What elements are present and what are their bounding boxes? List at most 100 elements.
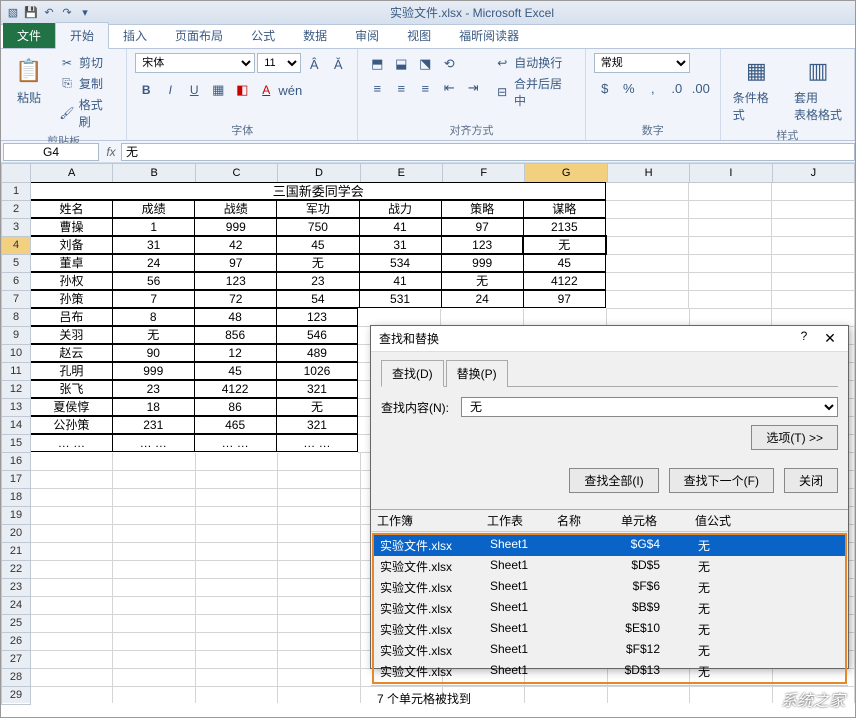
- conditional-format-button[interactable]: ▦条件格式: [729, 53, 784, 125]
- cell[interactable]: [196, 597, 278, 615]
- cell[interactable]: [113, 507, 195, 525]
- comma-icon[interactable]: ,: [642, 77, 664, 99]
- col-workbook[interactable]: 工作簿: [377, 512, 487, 529]
- col-header-F[interactable]: F: [443, 163, 525, 183]
- cell[interactable]: [113, 489, 195, 507]
- cell[interactable]: [196, 471, 278, 489]
- result-row[interactable]: 实验文件.xlsxSheet1$F$6无: [374, 577, 845, 598]
- options-button[interactable]: 选项(T) >>: [751, 425, 838, 450]
- cell[interactable]: [772, 255, 855, 273]
- cell[interactable]: 999: [112, 362, 195, 380]
- cell[interactable]: [113, 525, 195, 543]
- row-header[interactable]: 6: [1, 273, 31, 291]
- tab-insert[interactable]: 插入: [109, 23, 161, 48]
- cell[interactable]: 1026: [276, 362, 359, 380]
- cell[interactable]: 97: [523, 290, 606, 308]
- col-header-D[interactable]: D: [278, 163, 360, 183]
- find-next-button[interactable]: 查找下一个(F): [669, 468, 774, 493]
- cell[interactable]: 孙权: [31, 272, 113, 290]
- paste-button[interactable]: 📋粘贴: [9, 53, 49, 108]
- cell[interactable]: [196, 525, 278, 543]
- cell[interactable]: … …: [31, 434, 113, 452]
- cell[interactable]: … …: [276, 434, 359, 452]
- cell[interactable]: 18: [112, 398, 195, 416]
- formula-bar[interactable]: 无: [121, 143, 855, 161]
- cell[interactable]: [113, 615, 195, 633]
- cell[interactable]: 三国新委同学会: [31, 182, 606, 200]
- cell[interactable]: 成绩: [112, 200, 195, 218]
- cell[interactable]: 97: [441, 218, 524, 236]
- result-row[interactable]: 实验文件.xlsxSheet1$G$4无: [374, 535, 845, 556]
- cell[interactable]: [772, 183, 855, 201]
- cell[interactable]: 策略: [441, 200, 524, 218]
- col-header-C[interactable]: C: [196, 163, 278, 183]
- cell[interactable]: [31, 687, 113, 703]
- cell[interactable]: [772, 237, 855, 255]
- cell[interactable]: 23: [276, 272, 359, 290]
- merge-center-button[interactable]: ⊟合并后居中: [490, 74, 577, 110]
- cell[interactable]: 孙策: [31, 290, 113, 308]
- row-header[interactable]: 14: [1, 417, 31, 435]
- cell[interactable]: [113, 669, 195, 687]
- cell[interactable]: 546: [276, 326, 359, 344]
- row-header[interactable]: 9: [1, 327, 31, 345]
- row-header[interactable]: 23: [1, 579, 31, 597]
- cell[interactable]: [606, 273, 689, 291]
- cell[interactable]: [31, 597, 113, 615]
- row-header[interactable]: 28: [1, 669, 31, 687]
- col-value[interactable]: 值: [667, 512, 707, 529]
- tab-formulas[interactable]: 公式: [237, 23, 289, 48]
- indent-decrease-icon[interactable]: ⇤: [438, 77, 460, 99]
- fill-color-button[interactable]: ◧: [231, 79, 253, 101]
- row-header[interactable]: 29: [1, 687, 31, 705]
- cell[interactable]: 公孙策: [31, 416, 113, 434]
- cell[interactable]: [196, 687, 278, 703]
- cell[interactable]: 战绩: [194, 200, 277, 218]
- cell[interactable]: [196, 543, 278, 561]
- cell[interactable]: [606, 255, 689, 273]
- tab-view[interactable]: 视图: [393, 23, 445, 48]
- cell[interactable]: [278, 579, 360, 597]
- cell[interactable]: 534: [359, 254, 442, 272]
- align-right-icon[interactable]: ≡: [414, 77, 436, 99]
- row-header[interactable]: 3: [1, 219, 31, 237]
- cell[interactable]: [689, 201, 772, 219]
- align-bottom-icon[interactable]: ⬔: [414, 53, 436, 75]
- cell[interactable]: [689, 273, 772, 291]
- tab-review[interactable]: 审阅: [341, 23, 393, 48]
- cell[interactable]: [772, 273, 855, 291]
- cell[interactable]: 45: [194, 362, 277, 380]
- cell[interactable]: 关羽: [31, 326, 113, 344]
- row-header[interactable]: 19: [1, 507, 31, 525]
- cell[interactable]: [689, 183, 772, 201]
- row-header[interactable]: 18: [1, 489, 31, 507]
- cell[interactable]: 321: [276, 380, 359, 398]
- cell[interactable]: 999: [441, 254, 524, 272]
- cell[interactable]: 123: [276, 308, 359, 326]
- cell[interactable]: [113, 543, 195, 561]
- border-button[interactable]: ▦: [207, 79, 229, 101]
- format-as-table-button[interactable]: ▥套用 表格格式: [790, 53, 846, 125]
- qat-dropdown-icon[interactable]: ▾: [77, 5, 93, 21]
- phonetic-button[interactable]: wén: [279, 79, 301, 101]
- cell[interactable]: [689, 237, 772, 255]
- cell[interactable]: 赵云: [31, 344, 113, 362]
- cell[interactable]: 72: [194, 290, 277, 308]
- cell[interactable]: 无: [441, 272, 524, 290]
- cell[interactable]: [31, 471, 113, 489]
- cell[interactable]: [196, 651, 278, 669]
- increase-font-icon[interactable]: Â: [303, 53, 325, 75]
- cell[interactable]: [278, 507, 360, 525]
- cell[interactable]: [278, 651, 360, 669]
- cell[interactable]: [772, 201, 855, 219]
- align-center-icon[interactable]: ≡: [390, 77, 412, 99]
- row-header[interactable]: 1: [1, 183, 31, 201]
- fx-icon[interactable]: fx: [101, 145, 121, 159]
- cell[interactable]: [196, 489, 278, 507]
- cell[interactable]: 999: [194, 218, 277, 236]
- percent-icon[interactable]: %: [618, 77, 640, 99]
- indent-increase-icon[interactable]: ⇥: [462, 77, 484, 99]
- cell[interactable]: 吕布: [31, 308, 113, 326]
- cell[interactable]: [196, 669, 278, 687]
- close-icon[interactable]: ✕: [820, 329, 840, 349]
